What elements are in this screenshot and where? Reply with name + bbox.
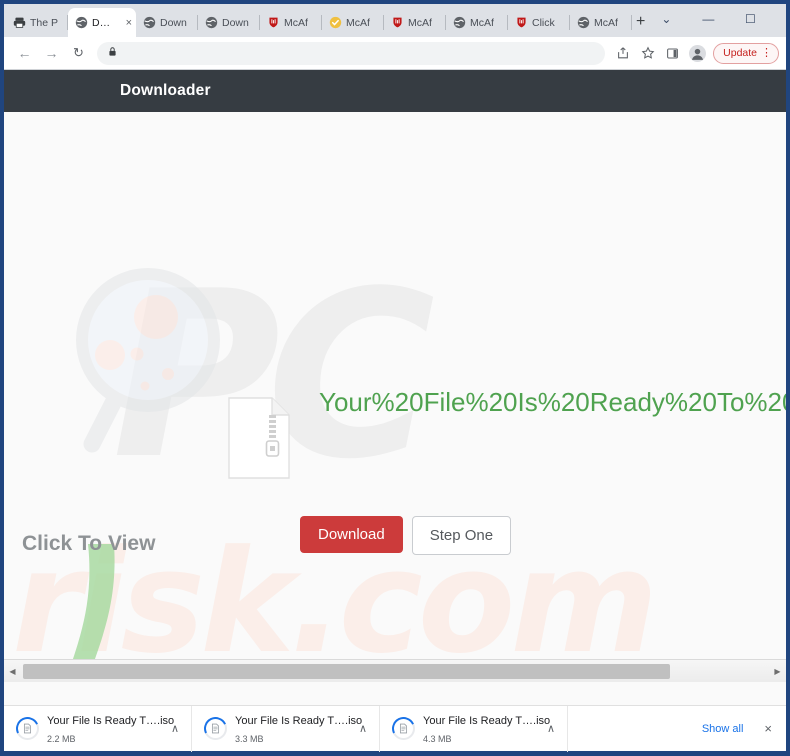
browser-tab-1[interactable]: D… × — [68, 8, 136, 37]
shield-icon — [391, 16, 404, 29]
tab-label: McAf — [408, 16, 432, 29]
action-buttons: Download Step One — [300, 516, 512, 555]
download-filename: Your File Is Ready T….iso — [423, 714, 551, 727]
download-filename: Your File Is Ready T….iso — [47, 714, 175, 727]
download-progress-icon — [392, 717, 415, 740]
update-button[interactable]: Update ⋮ — [713, 42, 779, 64]
ready-message: Your%20File%20Is%20Ready%20To%20Dow — [319, 387, 786, 417]
close-icon[interactable]: × — [126, 17, 132, 28]
download-progress-icon — [204, 717, 227, 740]
page-viewport: Downloader PC risk.com Your%20File%20Is%… — [4, 70, 786, 705]
browser-tab-9[interactable]: McAf — [570, 8, 632, 37]
download-size: 3.3 MB — [235, 733, 264, 744]
browser-tab-8[interactable]: Click — [508, 8, 570, 37]
browser-window: The P D… × Down Down McAf McAf McAf McAf… — [0, 0, 790, 756]
globe-icon — [75, 16, 88, 29]
globe-icon — [453, 16, 466, 29]
browser-tab-6[interactable]: McAf — [384, 8, 446, 37]
magnifier-illustration — [44, 262, 234, 467]
download-shelf: Your File Is Ready T….iso 2.2 MB ∧ Your … — [4, 705, 786, 752]
tab-search-icon[interactable]: ⌄ — [645, 4, 687, 33]
shield-icon — [267, 16, 280, 29]
zip-file-icon — [228, 397, 290, 484]
download-item[interactable]: Your File Is Ready T….iso 4.3 MB ∧ — [380, 705, 568, 752]
update-label: Update — [723, 47, 757, 59]
check-badge-icon — [329, 16, 342, 29]
page-content: PC risk.com Your%20File%20Is%20Ready%20T… — [4, 112, 786, 682]
page-title: Downloader — [120, 82, 211, 99]
scroll-right-arrow[interactable]: ▶ — [769, 667, 786, 676]
browser-tab-2[interactable]: Down — [136, 8, 198, 37]
tab-label: McAf — [346, 16, 370, 29]
tab-strip: The P D… × Down Down McAf McAf McAf McAf… — [4, 4, 790, 37]
browser-tab-7[interactable]: McAf — [446, 8, 508, 37]
star-icon[interactable] — [635, 41, 660, 66]
scrollbar-thumb[interactable] — [23, 663, 671, 679]
close-shelf-button[interactable]: × — [758, 721, 786, 736]
maximize-button[interactable]: ☐ — [729, 4, 771, 33]
download-progress-icon — [16, 717, 39, 740]
tab-label: D… — [92, 16, 111, 29]
browser-tab-0[interactable]: The P — [6, 8, 68, 37]
horizontal-scrollbar[interactable]: ◀ ▶ — [4, 659, 786, 682]
download-item[interactable]: Your File Is Ready T….iso 2.2 MB ∧ — [4, 705, 192, 752]
browser-menu-icon[interactable]: ⋮ — [761, 47, 772, 58]
tab-label: Down — [222, 16, 249, 29]
download-size: 4.3 MB — [423, 733, 452, 744]
browser-tab-3[interactable]: Down — [198, 8, 260, 37]
scroll-left-arrow[interactable]: ◀ — [4, 667, 21, 676]
printer-icon — [13, 16, 26, 29]
minimize-button[interactable]: — — [687, 4, 729, 33]
tab-label: Down — [160, 16, 187, 29]
close-window-button[interactable]: × — [771, 4, 790, 33]
globe-icon — [143, 16, 156, 29]
shield-icon — [515, 16, 528, 29]
download-item[interactable]: Your File Is Ready T….iso 3.3 MB ∧ — [192, 705, 380, 752]
download-button[interactable]: Download — [300, 516, 403, 553]
new-tab-button[interactable]: + — [636, 9, 645, 35]
window-controls: ⌄ — ☐ × — [645, 4, 790, 37]
share-icon[interactable] — [610, 41, 635, 66]
lock-icon — [107, 46, 118, 60]
tab-label: McAf — [284, 16, 308, 29]
download-meta: Your File Is Ready T….iso 2.2 MB — [47, 711, 174, 747]
download-size: 2.2 MB — [47, 733, 76, 744]
download-meta: Your File Is Ready T….iso 4.3 MB — [423, 711, 550, 747]
profile-icon[interactable] — [685, 41, 710, 66]
tab-label: McAf — [594, 16, 618, 29]
chevron-up-icon[interactable]: ∧ — [167, 722, 183, 735]
chevron-up-icon[interactable]: ∧ — [355, 722, 371, 735]
download-meta: Your File Is Ready T….iso 3.3 MB — [235, 711, 362, 747]
step-one-button[interactable]: Step One — [411, 516, 512, 555]
tab-label: Click — [532, 16, 555, 29]
browser-tab-5[interactable]: McAf — [322, 8, 384, 37]
address-bar[interactable] — [97, 41, 606, 65]
forward-button[interactable]: → — [38, 40, 65, 67]
tab-label: The P — [30, 16, 59, 29]
chevron-up-icon[interactable]: ∧ — [543, 722, 559, 735]
back-button[interactable]: ← — [11, 40, 38, 67]
scrollbar-track[interactable] — [21, 663, 769, 679]
tab-label: McAf — [470, 16, 494, 29]
globe-icon — [205, 16, 218, 29]
browser-tab-4[interactable]: McAf — [260, 8, 322, 37]
site-header: Downloader — [4, 70, 786, 112]
globe-icon — [577, 16, 590, 29]
download-filename: Your File Is Ready T….iso — [235, 714, 363, 727]
browser-toolbar: ← → ↻ Update ⋮ — [4, 37, 786, 70]
reload-button[interactable]: ↻ — [65, 40, 92, 67]
click-to-view-label: Click To View — [22, 532, 156, 555]
side-panel-icon[interactable] — [660, 41, 685, 66]
show-all-downloads-button[interactable]: Show all — [691, 717, 755, 741]
